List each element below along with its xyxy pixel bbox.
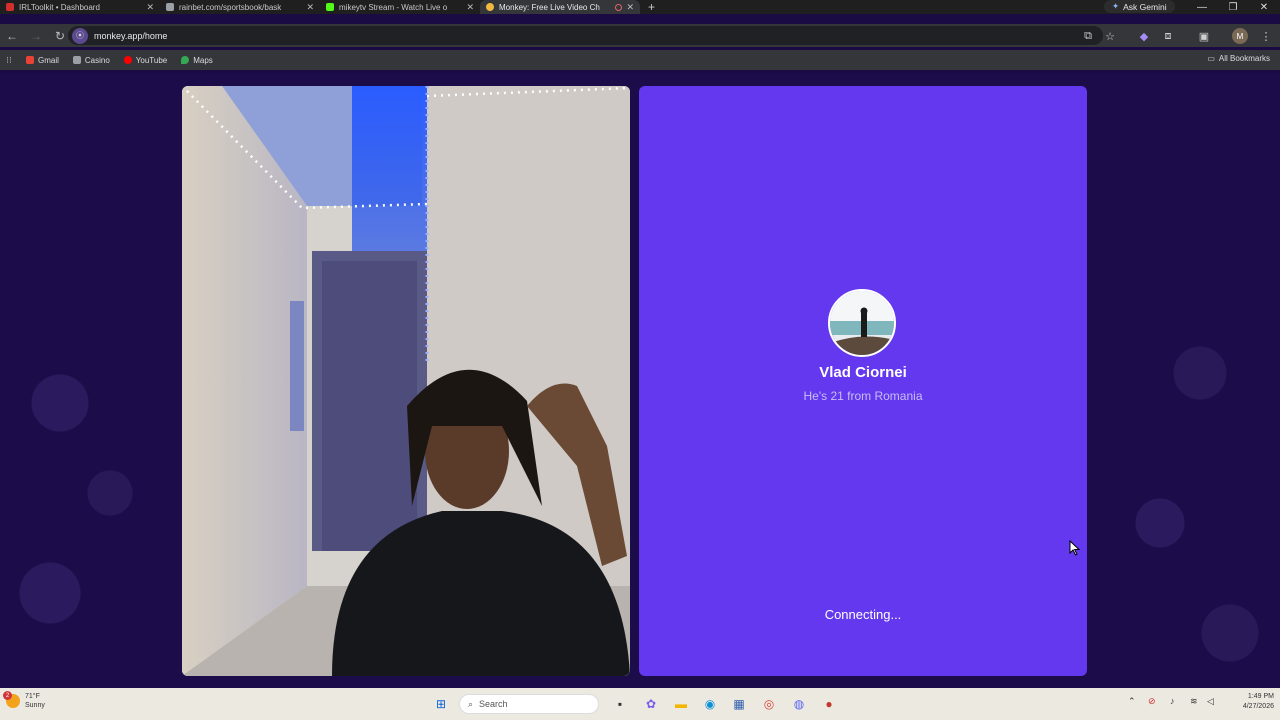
tab-monkey[interactable]: Monkey: Free Live Video Ch ✕ xyxy=(480,0,640,14)
weather-widget[interactable]: 2 71°F Sunny xyxy=(3,691,45,710)
tab-strip: IRLToolkit • Dashboard ✕ rainbet.com/spo… xyxy=(0,0,1280,14)
file-explorer-icon[interactable]: ▬ xyxy=(671,694,691,714)
store-icon[interactable]: ▦ xyxy=(729,694,749,714)
camera-feed-image xyxy=(182,86,630,676)
kick-favicon-icon xyxy=(326,3,334,11)
tab-title: Monkey: Free Live Video Ch xyxy=(499,2,600,12)
extensions-icon[interactable]: ⧈ xyxy=(1158,26,1178,46)
tab-title: rainbet.com/sportsbook/bask xyxy=(179,2,282,12)
bookmark-label: YouTube xyxy=(135,55,168,65)
system-clock[interactable]: 1:49 PM 4/27/2026 xyxy=(1222,692,1274,712)
extension-puzzle-icon[interactable]: ◆ xyxy=(1134,26,1154,46)
menu-icon[interactable]: ⋮ xyxy=(1256,26,1276,46)
bookmark-label: Maps xyxy=(193,55,213,65)
avatar-photo-image xyxy=(830,291,894,355)
clock-time: 1:49 PM xyxy=(1247,693,1274,700)
local-camera-video xyxy=(182,86,630,676)
close-window-icon[interactable]: ✕ xyxy=(1250,0,1278,14)
windows-start-icon[interactable]: ⊞ xyxy=(431,694,451,714)
casino-icon xyxy=(72,56,81,64)
task-view-icon[interactable]: ▪ xyxy=(610,694,630,714)
match-panel: Vlad Ciornei He's 21 from Romania Connec… xyxy=(639,86,1087,676)
gmail-icon xyxy=(26,56,34,64)
connecting-status: Connecting... xyxy=(824,607,902,622)
tab-irltoolkit[interactable]: IRLToolkit • Dashboard ✕ xyxy=(0,0,160,14)
weather-badge: 2 xyxy=(3,691,12,700)
bookmark-casino[interactable]: Casino xyxy=(72,55,110,65)
tab-title: IRLToolkit • Dashboard xyxy=(19,2,100,12)
sun-icon: 2 xyxy=(3,691,20,708)
microphone-icon[interactable]: ♪ xyxy=(1170,696,1175,706)
folder-icon: ▭ xyxy=(1207,54,1215,63)
tray-chevron-icon[interactable]: ⌃ xyxy=(1128,696,1136,707)
back-icon[interactable]: ← xyxy=(0,25,24,47)
site-info-icon[interactable]: ⦿ xyxy=(72,27,88,44)
bookmark-label: Gmail xyxy=(38,55,59,65)
all-bookmarks-button[interactable]: ▭ All Bookmarks xyxy=(1207,54,1270,63)
irltoolkit-favicon-icon xyxy=(6,3,14,11)
address-bar-row: ← → ↻ ⦿ monkey.app/home ⧉ ☆ ◆ ⧈ ▣ ⋮ xyxy=(0,24,1280,47)
wifi-icon[interactable]: ≋ xyxy=(1190,696,1198,707)
bookmark-label: Casino xyxy=(84,55,110,65)
mouse-cursor-icon xyxy=(1069,540,1081,556)
rainbet-favicon-icon xyxy=(166,3,174,11)
temperature-text: 71°F xyxy=(25,693,40,700)
all-bookmarks-label: All Bookmarks xyxy=(1218,54,1270,63)
search-icon: ⌕ xyxy=(468,698,474,709)
discord-icon[interactable]: ◍ xyxy=(789,694,809,714)
ask-gemini-label: Ask Gemini xyxy=(1123,1,1167,12)
match-name: Vlad Ciornei xyxy=(819,364,907,381)
tab-title: mikeytv Stream - Watch Live o xyxy=(339,2,448,12)
profile-avatar[interactable]: M xyxy=(1232,28,1248,44)
taskbar-search[interactable]: ⌕ Search xyxy=(459,694,599,714)
match-subtitle: He's 21 from Romania xyxy=(803,389,923,403)
maps-icon xyxy=(181,56,190,64)
apps-grid-icon[interactable]: ⁝⁝ xyxy=(0,55,18,66)
match-avatar xyxy=(828,289,896,357)
bookmark-gmail[interactable]: Gmail xyxy=(26,56,59,65)
app-icon[interactable]: ● xyxy=(819,694,839,714)
minimize-icon[interactable]: — xyxy=(1188,0,1216,14)
windows-taskbar xyxy=(0,688,1280,720)
gemini-sparkle-icon: ✦ xyxy=(1112,1,1120,11)
tab-rainbet[interactable]: rainbet.com/sportsbook/bask ✕ xyxy=(160,0,320,14)
close-tab-icon[interactable]: ✕ xyxy=(626,2,634,13)
close-tab-icon[interactable]: ✕ xyxy=(306,2,314,13)
url-text: monkey.app/home xyxy=(94,30,168,41)
install-app-icon[interactable]: ⧉ xyxy=(1078,26,1098,46)
chrome-icon[interactable]: ◎ xyxy=(759,694,779,714)
tray-app-icon[interactable]: ⊘ xyxy=(1148,696,1156,707)
forward-icon[interactable]: → xyxy=(24,25,48,47)
side-panel-icon[interactable]: ▣ xyxy=(1194,26,1214,46)
tab-kick[interactable]: mikeytv Stream - Watch Live o ✕ xyxy=(320,0,480,14)
omnibox[interactable]: ⦿ monkey.app/home xyxy=(68,26,1103,45)
youtube-icon xyxy=(123,56,132,64)
ask-gemini-button[interactable]: ✦ Ask Gemini xyxy=(1104,0,1175,13)
restore-icon[interactable]: ❐ xyxy=(1219,0,1247,14)
volume-icon[interactable]: ◁ xyxy=(1207,696,1214,707)
copilot-icon[interactable]: ✿ xyxy=(641,694,661,714)
recording-icon xyxy=(615,3,623,11)
weather-text: Sunny xyxy=(25,702,45,709)
edge-icon[interactable]: ◉ xyxy=(700,694,720,714)
close-tab-icon[interactable]: ✕ xyxy=(466,2,474,13)
bookmark-maps[interactable]: Maps xyxy=(181,56,213,65)
close-tab-icon[interactable]: ✕ xyxy=(146,2,154,13)
clock-date: 4/27/2026 xyxy=(1242,703,1274,710)
monkey-favicon-icon xyxy=(486,3,494,11)
bookmarks-bar: ⁝⁝ Gmail Casino YouTube Maps ▭ All Bookm… xyxy=(0,50,1280,70)
bookmark-star-icon[interactable]: ☆ xyxy=(1100,26,1120,46)
bookmark-youtube[interactable]: YouTube xyxy=(123,55,168,65)
new-tab-icon[interactable]: + xyxy=(640,0,663,14)
search-placeholder: Search xyxy=(479,699,508,709)
